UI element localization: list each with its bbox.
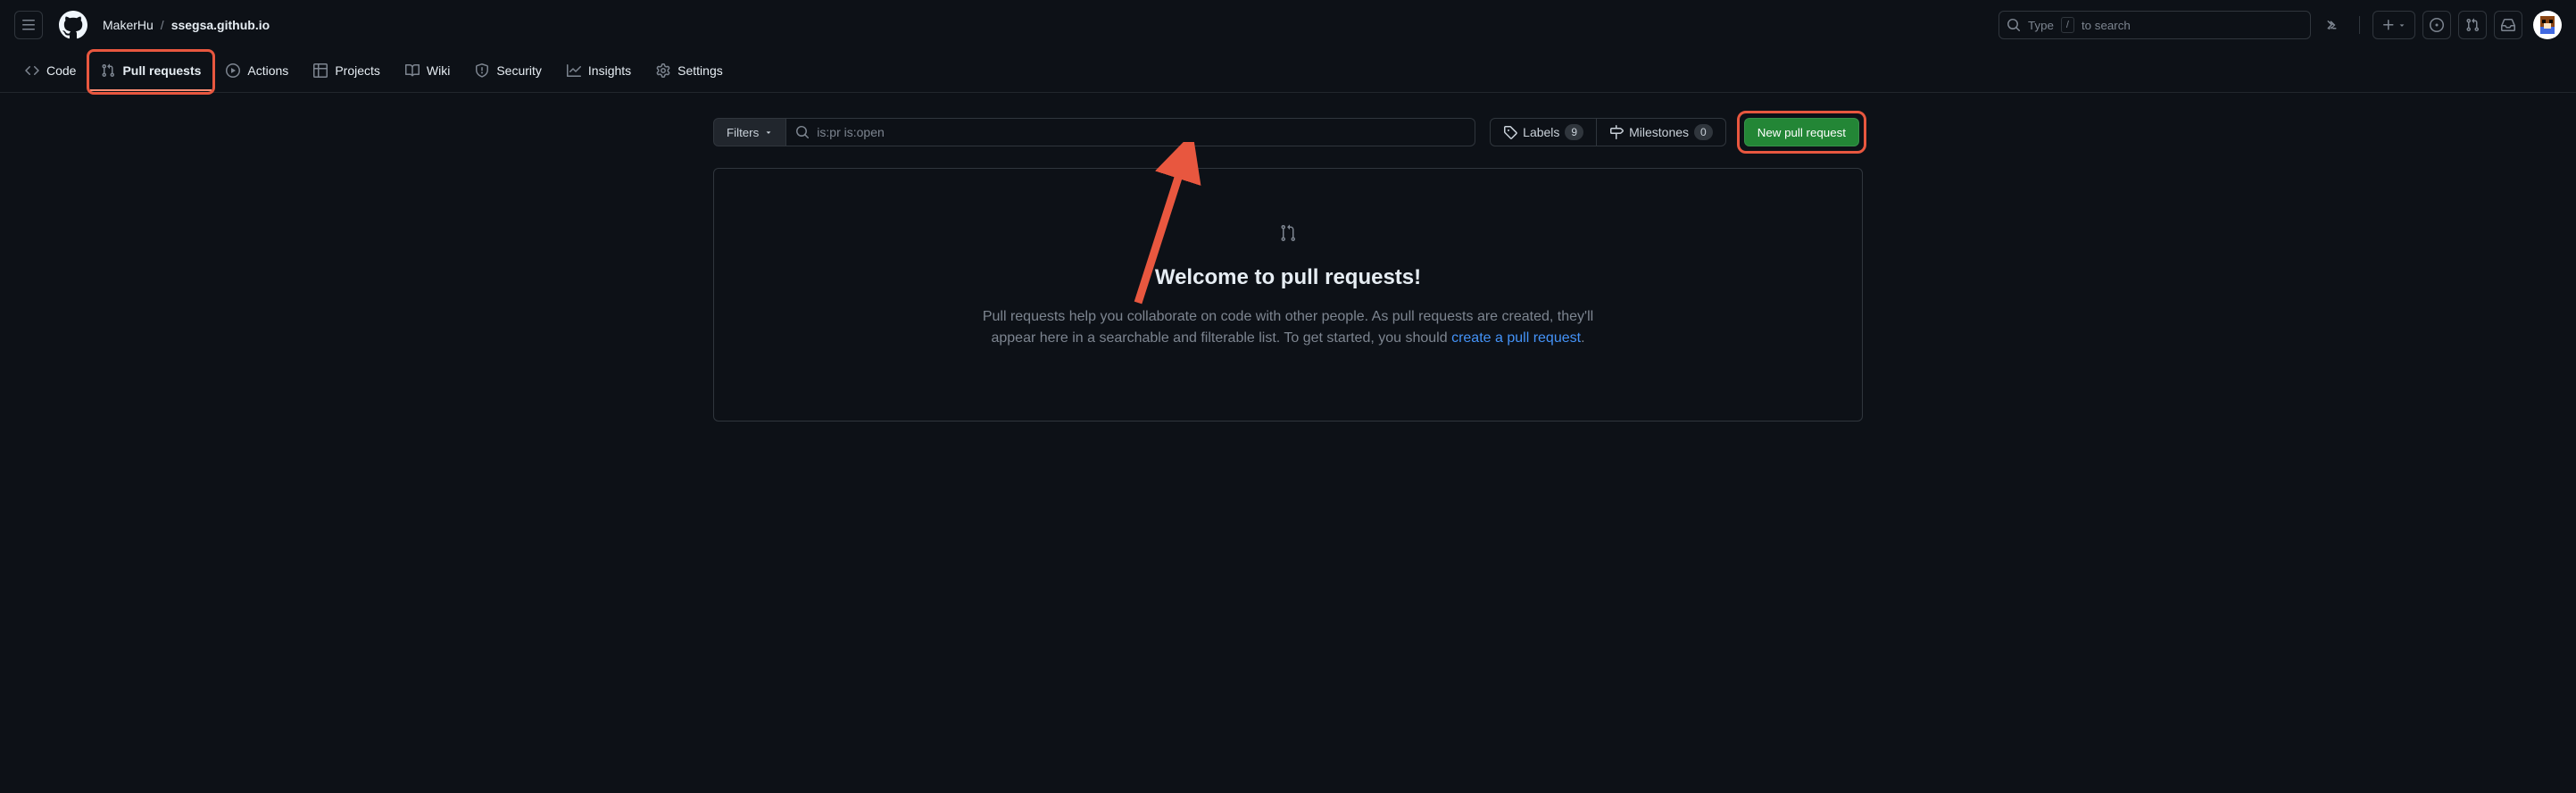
new-pull-request-button[interactable]: New pull request: [1744, 118, 1859, 146]
labels-milestones-group: Labels 9 Milestones 0: [1490, 118, 1726, 146]
command-palette-icon: [2325, 18, 2339, 32]
milestones-count: 0: [1694, 124, 1713, 140]
nav-actions[interactable]: Actions: [215, 52, 299, 91]
git-pull-request-icon: [2465, 18, 2480, 32]
main-content: Filters Labels 9 Milestones 0 New pull: [699, 93, 1877, 443]
user-avatar[interactable]: [2533, 11, 2562, 39]
breadcrumb-owner[interactable]: MakerHu: [103, 18, 154, 32]
search-suffix: to search: [2082, 19, 2131, 32]
nav-wiki-label: Wiki: [427, 63, 450, 78]
blank-state: Welcome to pull requests! Pull requests …: [713, 168, 1863, 422]
github-mark-icon: [59, 11, 87, 39]
nav-wiki[interactable]: Wiki: [395, 52, 461, 91]
breadcrumb-repo[interactable]: ssegsa.github.io: [171, 18, 270, 32]
pull-requests-button[interactable]: [2458, 11, 2487, 39]
hamburger-icon: [21, 18, 36, 32]
blank-period: .: [1581, 330, 1584, 346]
filters-button[interactable]: Filters: [713, 118, 786, 146]
global-search[interactable]: Type / to search: [1998, 11, 2311, 39]
filters-label: Filters: [727, 126, 759, 139]
repo-nav: Code Pull requests Actions Projects Wiki…: [0, 50, 2576, 93]
command-palette-button[interactable]: [2318, 11, 2347, 39]
triangle-down-icon: [2397, 21, 2406, 29]
git-pull-request-icon: [101, 63, 115, 78]
notifications-button[interactable]: [2494, 11, 2522, 39]
nav-code[interactable]: Code: [14, 52, 87, 91]
filter-input[interactable]: [817, 125, 1466, 139]
search-prefix: Type: [2028, 19, 2054, 32]
plus-icon: [2381, 18, 2396, 32]
global-header: MakerHu / ssegsa.github.io Type / to sea…: [0, 0, 2576, 50]
avatar-image: [2535, 13, 2560, 38]
create-new-button[interactable]: [2372, 11, 2415, 39]
search-icon: [2007, 18, 2021, 32]
nav-projects-label: Projects: [335, 63, 380, 78]
nav-pull-requests[interactable]: Pull requests: [90, 52, 212, 91]
labels-count: 9: [1565, 124, 1583, 140]
issue-opened-icon: [2430, 18, 2444, 32]
breadcrumb-separator: /: [161, 18, 164, 32]
milestone-icon: [1609, 125, 1624, 139]
nav-actions-label: Actions: [247, 63, 288, 78]
book-icon: [405, 63, 420, 78]
triangle-down-icon: [764, 128, 773, 137]
header-divider: [2359, 16, 2360, 34]
graph-icon: [567, 63, 581, 78]
shield-icon: [475, 63, 489, 78]
github-logo[interactable]: [57, 10, 88, 41]
issues-button[interactable]: [2422, 11, 2451, 39]
nav-code-label: Code: [46, 63, 76, 78]
play-icon: [226, 63, 240, 78]
nav-settings[interactable]: Settings: [645, 52, 734, 91]
nav-pull-requests-label: Pull requests: [122, 63, 201, 78]
breadcrumb: MakerHu / ssegsa.github.io: [103, 18, 270, 32]
nav-insights-label: Insights: [588, 63, 631, 78]
milestones-button[interactable]: Milestones 0: [1596, 119, 1725, 146]
nav-settings-label: Settings: [677, 63, 723, 78]
tag-icon: [1503, 125, 1517, 139]
table-icon: [313, 63, 328, 78]
blank-state-icon-wrap: [750, 222, 1826, 244]
nav-security[interactable]: Security: [464, 52, 553, 91]
nav-projects[interactable]: Projects: [303, 52, 391, 91]
new-pr-label: New pull request: [1757, 126, 1846, 139]
git-pull-request-icon: [1277, 222, 1299, 244]
blank-state-title: Welcome to pull requests!: [750, 265, 1826, 290]
labels-button[interactable]: Labels 9: [1491, 119, 1596, 146]
search-icon: [795, 125, 810, 139]
pr-toolbar: Filters Labels 9 Milestones 0 New pull: [713, 114, 1863, 150]
code-icon: [25, 63, 39, 78]
filter-search-wrap[interactable]: [786, 118, 1475, 146]
create-pr-link[interactable]: create a pull request: [1451, 330, 1581, 346]
nav-security-label: Security: [496, 63, 542, 78]
gear-icon: [656, 63, 670, 78]
inbox-icon: [2501, 18, 2515, 32]
labels-label: Labels: [1523, 125, 1559, 139]
milestones-label: Milestones: [1629, 125, 1689, 139]
blank-state-text: Pull requests help you collaborate on co…: [967, 306, 1609, 349]
nav-insights[interactable]: Insights: [556, 52, 642, 91]
search-kbd: /: [2061, 17, 2074, 33]
hamburger-menu-button[interactable]: [14, 11, 43, 39]
